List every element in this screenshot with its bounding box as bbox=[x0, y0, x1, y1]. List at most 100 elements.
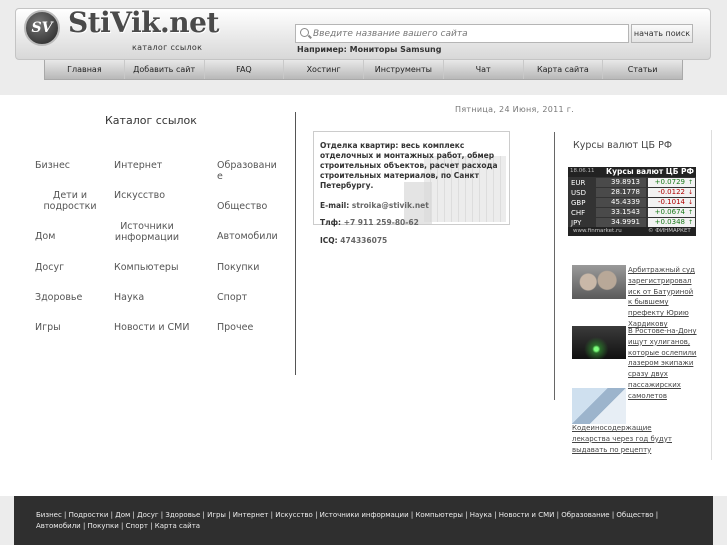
rate-value: 33.1543 bbox=[596, 208, 646, 217]
footer-link[interactable]: Компьютеры bbox=[415, 511, 462, 519]
column-divider bbox=[554, 132, 555, 400]
icq-label: ICQ: bbox=[320, 236, 338, 245]
news-link[interactable]: В Ростове-на-Дону ищут хулиганов, которы… bbox=[628, 326, 698, 402]
category-link[interactable]: Интернет bbox=[114, 160, 162, 171]
icq-value: 474336075 bbox=[340, 236, 388, 245]
widget-source-link[interactable]: www.finmarket.ru bbox=[573, 228, 622, 234]
rate-row: GBP 45.4339 -0.1014 ↓ bbox=[568, 198, 696, 208]
footer-link[interactable]: Автомобили bbox=[36, 522, 81, 530]
category-link[interactable]: Автомобили bbox=[217, 231, 278, 242]
category-link[interactable]: Искусство bbox=[114, 190, 165, 201]
main-nav: Главная Добавить сайт FAQ Хостинг Инстру… bbox=[44, 60, 683, 80]
news-thumbnail[interactable] bbox=[572, 388, 626, 424]
rate-code: USD bbox=[571, 189, 586, 197]
footer-link[interactable]: Источники информации bbox=[320, 511, 409, 519]
widget-header: 18.06.11 Курсы валют ЦБ РФ bbox=[568, 167, 696, 177]
footer-link[interactable]: Покупки bbox=[88, 522, 119, 530]
catalog-title: Каталог ссылок bbox=[105, 114, 197, 127]
currency-widget[interactable]: 18.06.11 Курсы валют ЦБ РФ EUR 39.8913 +… bbox=[568, 167, 696, 236]
category-link[interactable]: Игры bbox=[35, 322, 61, 333]
category-link[interactable]: Здоровье bbox=[35, 292, 82, 303]
rate-code: GBP bbox=[571, 199, 586, 207]
rate-code: JPY bbox=[571, 219, 582, 227]
footer-link[interactable]: Бизнес bbox=[36, 511, 62, 519]
category-link[interactable]: Новости и СМИ bbox=[114, 322, 189, 333]
rate-row: EUR 39.8913 +0.0729 ↑ bbox=[568, 178, 696, 188]
column-divider bbox=[711, 130, 712, 460]
phone-label: Тлф: bbox=[320, 218, 342, 227]
nav-item-hosting[interactable]: Хостинг bbox=[284, 60, 364, 79]
logo-icon[interactable]: SV bbox=[24, 10, 60, 46]
news-thumbnail[interactable] bbox=[572, 265, 626, 299]
footer-link[interactable]: Подростки bbox=[69, 511, 109, 519]
widget-date: 18.06.11 bbox=[570, 168, 595, 174]
news-thumbnail[interactable] bbox=[572, 326, 626, 359]
rate-row: CHF 33.1543 +0.0674 ↑ bbox=[568, 208, 696, 218]
rate-value: 39.8913 bbox=[596, 178, 646, 187]
search-example: Например: Мониторы Samsung bbox=[297, 45, 442, 54]
category-link[interactable]: Общество bbox=[217, 201, 267, 212]
widget-copyright: © ФИНМАРКЕТ bbox=[648, 228, 691, 234]
category-link[interactable]: Бизнес bbox=[35, 160, 70, 171]
search-button[interactable]: начать поиск bbox=[631, 24, 693, 43]
ad-phone: Тлф: +7 911 259-80-62 bbox=[320, 218, 419, 227]
nav-item-chat[interactable]: Чат bbox=[444, 60, 524, 79]
footer-link[interactable]: Общество bbox=[616, 511, 653, 519]
footer-link[interactable]: Наука bbox=[470, 511, 492, 519]
search-icon bbox=[300, 28, 309, 37]
rate-value: 34.9991 bbox=[596, 218, 646, 227]
arrow-down-icon: ↓ bbox=[687, 189, 693, 196]
category-link[interactable]: Дети и подростки bbox=[30, 190, 110, 212]
category-link[interactable]: Наука bbox=[114, 292, 144, 303]
arrow-up-icon: ↑ bbox=[687, 209, 693, 216]
footer-link[interactable]: Искусство bbox=[275, 511, 313, 519]
footer-link[interactable]: Образование bbox=[561, 511, 609, 519]
nav-item-sitemap[interactable]: Карта сайта bbox=[524, 60, 604, 79]
category-link[interactable]: Покупки bbox=[217, 262, 259, 273]
category-link[interactable]: Источники информации bbox=[108, 221, 186, 243]
arrow-up-icon: ↑ bbox=[687, 219, 693, 226]
nav-item-add-site[interactable]: Добавить сайт bbox=[125, 60, 205, 79]
footer-link[interactable]: Новости и СМИ bbox=[499, 511, 555, 519]
column-divider bbox=[295, 112, 296, 375]
arrow-up-icon: ↑ bbox=[687, 179, 693, 186]
nav-item-home[interactable]: Главная bbox=[45, 60, 125, 79]
rates-title: Курсы валют ЦБ РФ bbox=[573, 140, 673, 151]
nav-item-articles[interactable]: Статьи bbox=[603, 60, 682, 79]
arrow-down-icon: ↓ bbox=[687, 199, 693, 206]
footer-link[interactable]: Игры bbox=[207, 511, 226, 519]
rate-code: CHF bbox=[571, 209, 586, 217]
nav-item-tools[interactable]: Инструменты bbox=[364, 60, 444, 79]
logo-subtitle: каталог ссылок bbox=[132, 43, 203, 52]
email-value[interactable]: stroika@stivik.net bbox=[352, 201, 429, 210]
search-input[interactable] bbox=[313, 26, 623, 41]
footer-links: Бизнес | Подростки | Дом | Досуг | Здоро… bbox=[36, 511, 659, 530]
rate-value: 28.1778 bbox=[596, 188, 646, 197]
nav-item-faq[interactable]: FAQ bbox=[205, 60, 285, 79]
logo-text[interactable]: StiVik.net bbox=[68, 6, 219, 39]
footer-link[interactable]: Спорт bbox=[126, 522, 148, 530]
rate-row: USD 28.1778 -0.0122 ↓ bbox=[568, 188, 696, 198]
ad-text: Отделка квартир: весь комплекс отделочны… bbox=[320, 141, 498, 190]
footer-link[interactable]: Дом bbox=[115, 511, 130, 519]
category-link[interactable]: Прочее bbox=[217, 322, 253, 333]
category-link[interactable]: Досуг bbox=[35, 262, 64, 273]
widget-footer: www.finmarket.ru © ФИНМАРКЕТ bbox=[568, 227, 696, 236]
widget-title: Курсы валют ЦБ РФ bbox=[606, 167, 694, 176]
category-link[interactable]: Образование bbox=[217, 160, 277, 182]
current-date: Пятница, 24 Июня, 2011 г. bbox=[455, 105, 575, 114]
footer-link[interactable]: Досуг bbox=[137, 511, 158, 519]
search-box[interactable] bbox=[295, 24, 629, 43]
ad-email: E-mail: stroika@stivik.net bbox=[320, 201, 429, 210]
footer-link[interactable]: Здоровье bbox=[165, 511, 200, 519]
rate-value: 45.4339 bbox=[596, 198, 646, 207]
footer-link[interactable]: Карта сайта bbox=[155, 522, 200, 530]
category-link[interactable]: Дом bbox=[35, 231, 55, 242]
news-link[interactable]: Кодеиносодержащие лекарства через год бу… bbox=[572, 423, 682, 455]
news-link[interactable]: Арбитражный суд зарегистрировал иск от Б… bbox=[628, 265, 698, 330]
category-link[interactable]: Спорт bbox=[217, 292, 247, 303]
footer-link[interactable]: Интернет bbox=[233, 511, 269, 519]
category-link[interactable]: Компьютеры bbox=[114, 262, 178, 273]
ad-icq: ICQ: 474336075 bbox=[320, 236, 387, 245]
email-label: E-mail: bbox=[320, 201, 350, 210]
